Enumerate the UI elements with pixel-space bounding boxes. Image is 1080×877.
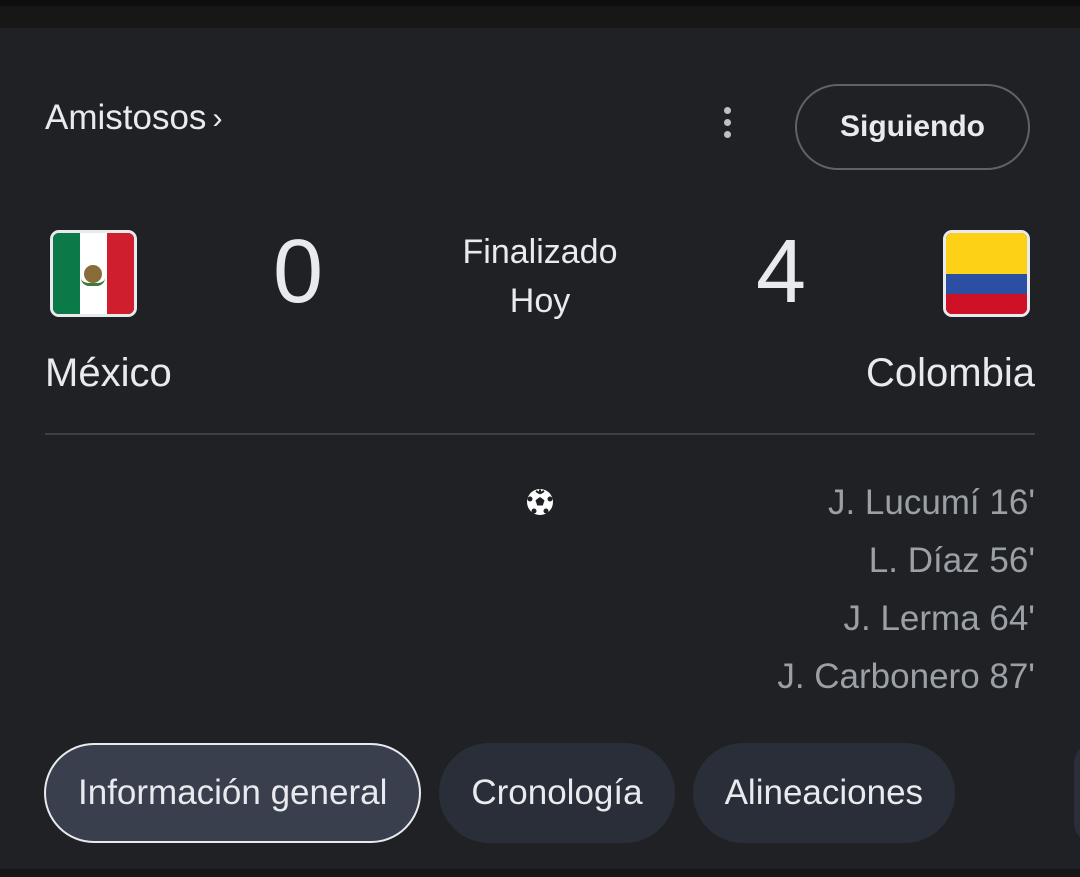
chevron-right-icon: › [212,101,223,135]
tab-bar: Información general Cronología Alineacio… [44,743,956,843]
more-options-icon[interactable] [708,100,746,144]
tab-timeline[interactable]: Cronología [439,743,675,843]
home-team-name[interactable]: México [45,346,172,400]
tab-overview[interactable]: Información general [44,743,422,843]
away-scorers-list: J. Lucumí 16' L. Díaz 56' J. Lerma 64' J… [777,474,1035,706]
bottom-strip [0,869,1080,877]
scorer-item: J. Carbonero 87' [777,657,1035,696]
competition-label: Amistosos [45,98,207,137]
match-status: Finalizado Hoy [440,228,640,326]
tab-next-partial[interactable] [1074,743,1080,843]
divider [45,433,1035,435]
competition-link[interactable]: Amistosos › [45,96,222,140]
scorer-item: J. Lerma 64' [843,599,1036,638]
mexico-flag-icon [50,230,137,317]
match-date: Hoy [509,282,571,320]
top-strip [0,0,1080,28]
following-button[interactable]: Siguiendo [795,84,1030,170]
soccer-ball-icon [527,489,553,515]
status-text: Finalizado [462,233,618,271]
away-score: 4 [755,222,807,322]
colombia-flag-icon [943,230,1030,317]
tab-lineups[interactable]: Alineaciones [692,743,956,843]
scorer-item: L. Díaz 56' [868,541,1035,580]
away-team-name[interactable]: Colombia [866,346,1035,400]
home-score: 0 [272,222,324,322]
scorer-item: J. Lucumí 16' [827,483,1035,522]
